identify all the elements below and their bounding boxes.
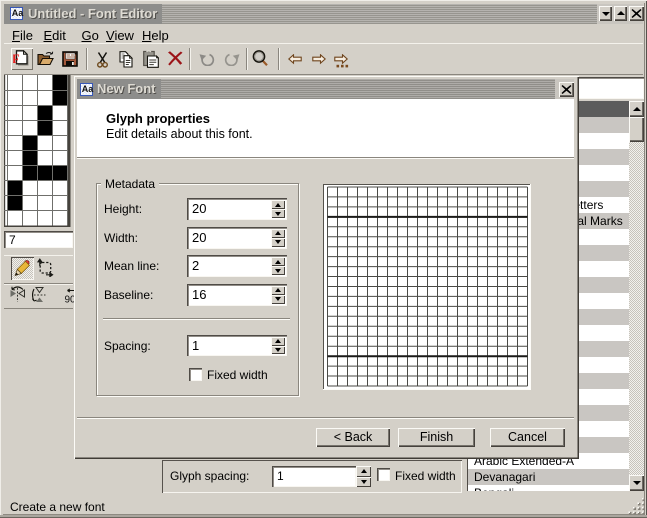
svg-text:F: F: [13, 52, 20, 66]
